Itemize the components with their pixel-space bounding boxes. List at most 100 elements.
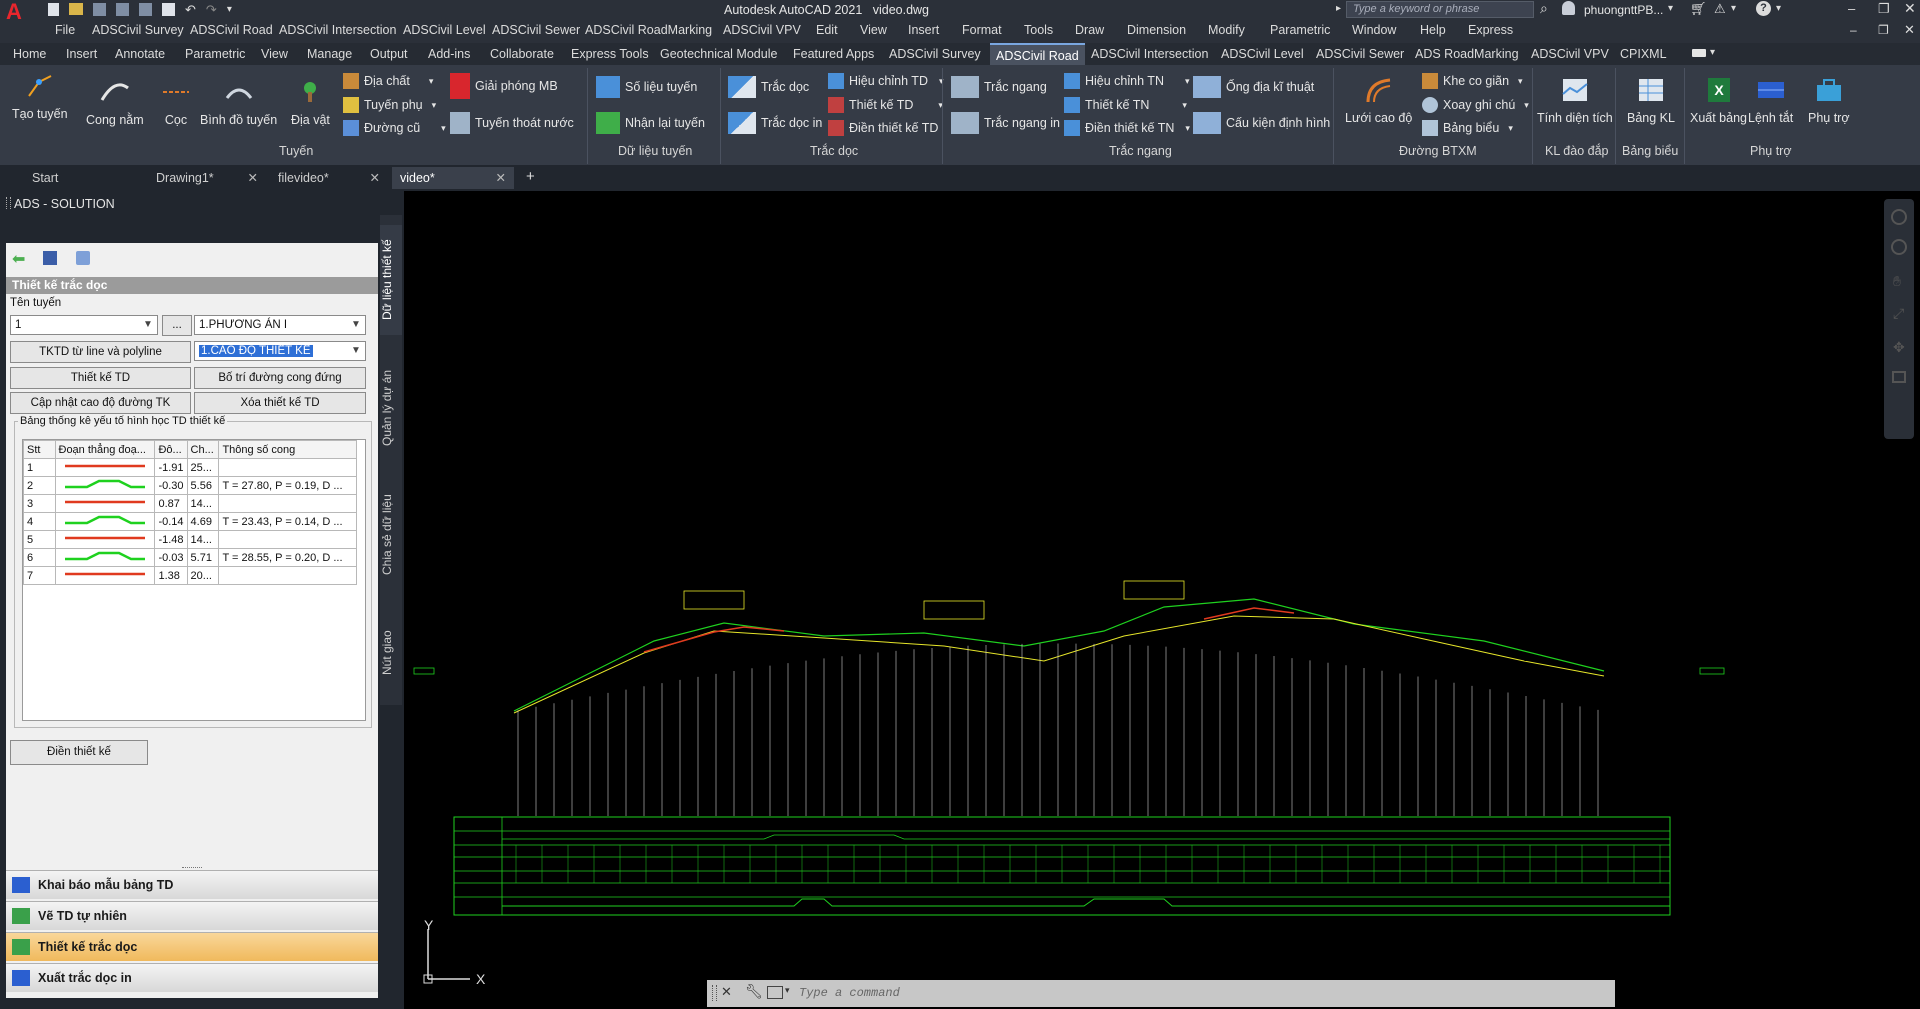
print-icon[interactable] [162, 3, 175, 16]
nhan-lai-tuyen-button[interactable]: Nhận lại tuyến [596, 112, 705, 134]
command-prompt-icon[interactable] [767, 986, 783, 999]
table-row[interactable]: 2 -0.30 5.56 T = 27.80, P = 0.19, D ... [23, 476, 357, 495]
menu-window[interactable]: Window [1352, 23, 1396, 37]
tab-express-tools[interactable]: Express Tools [571, 47, 649, 61]
cloud-icon[interactable] [139, 3, 152, 16]
command-input[interactable]: Type a command [799, 986, 900, 1000]
help-icon[interactable]: ? [1756, 1, 1771, 16]
menu-close-icon[interactable]: ✕ [1904, 22, 1915, 38]
tab-adscivil-vpv[interactable]: ADSCivil VPV [1531, 47, 1609, 61]
close-tab-icon[interactable]: ✕ [496, 167, 506, 189]
menu-adscivil-sewer[interactable]: ADSCivil Sewer [492, 23, 580, 37]
doc-tab-drawing1[interactable]: Drawing1* ✕ [148, 167, 266, 189]
search-icon[interactable]: ⌕ [1540, 0, 1548, 17]
tab-output[interactable]: Output [370, 47, 408, 61]
trac-doc-in-button[interactable]: Trắc dọc in [728, 112, 822, 134]
trac-ngang-in-button[interactable]: Trắc ngang in [951, 112, 1060, 134]
user-dropdown-icon[interactable]: ▾ [1668, 3, 1673, 14]
back-arrow-icon[interactable]: ⬅ [12, 249, 25, 269]
tab-ads-roadmarking[interactable]: ADS RoadMarking [1415, 47, 1519, 61]
menu-edit[interactable]: Edit [816, 23, 838, 37]
orbit-icon[interactable] [1891, 239, 1907, 255]
xuat-bang-button[interactable]: X Xuất bảng [1690, 76, 1747, 125]
cau-kien-dinh-hinh-button[interactable]: Cấu kiện định hình [1193, 112, 1330, 134]
tinh-dien-tich-button[interactable]: Tính diện tích [1537, 76, 1613, 125]
tuyen-phu-button[interactable]: Tuyến phụ ▾ [343, 97, 436, 113]
nav-khai-bao-mau-bang-td[interactable]: Khai báo mẫu bảng TD [6, 870, 378, 899]
dien-thiet-ke-button[interactable]: Điền thiết kế [10, 740, 148, 765]
minimize-icon[interactable]: – [1848, 1, 1855, 16]
lenh-tat-button[interactable]: Lệnh tắt [1748, 76, 1793, 125]
luoi-cao-do-button[interactable]: Lưới cao độ [1345, 76, 1412, 125]
tab-manage[interactable]: Manage [307, 47, 352, 61]
menu-adscivil-roadmarking[interactable]: ADSCivil RoadMarking [585, 23, 712, 37]
redo-icon[interactable]: ↷ [206, 3, 217, 16]
binh-do-tuyen-button[interactable]: Bình đồ tuyến [200, 78, 277, 127]
command-customize-icon[interactable]: 🔧︎ [745, 983, 763, 1000]
bang-bieu-button[interactable]: Bảng biểu ▾ [1422, 120, 1513, 136]
xoa-thiet-ke-td-button[interactable]: Xóa thiết kế TD [194, 392, 366, 414]
save-as-icon[interactable] [116, 3, 129, 16]
trac-doc-button[interactable]: Trắc dọc [728, 76, 809, 98]
bo-tri-duong-cong-dung-button[interactable]: Bố trí đường cong đứng [194, 367, 366, 389]
column-header[interactable]: Đô... [154, 440, 188, 459]
tab-featured-apps[interactable]: Featured Apps [793, 47, 874, 61]
bang-kl-button[interactable]: Bảng KL [1627, 76, 1675, 125]
menu-draw[interactable]: Draw [1075, 23, 1104, 37]
orbit-tool-icon[interactable]: ✥ [1893, 339, 1905, 356]
qat-dropdown-icon[interactable]: ▾ [227, 3, 232, 16]
drawing-canvas[interactable]: Y X ✋︎ ⤢ ✥ [404, 191, 1920, 1009]
vtab-nut-giao[interactable]: Nút giao [380, 608, 402, 698]
tab-collaborate[interactable]: Collaborate [490, 47, 554, 61]
column-header[interactable]: Thông số cong [218, 440, 357, 459]
tab-add-ins[interactable]: Add-ins [428, 47, 470, 61]
cart-icon[interactable]: 🛒︎ [1690, 1, 1707, 17]
tab-adscivil-level[interactable]: ADSCivil Level [1221, 47, 1304, 61]
tab-adscivil-survey[interactable]: ADSCivil Survey [889, 47, 981, 61]
tktd-line-polyline-button[interactable]: TKTD từ line và polyline [10, 341, 191, 363]
new-icon[interactable] [48, 3, 59, 16]
menu-modify[interactable]: Modify [1208, 23, 1245, 37]
menu-view[interactable]: View [860, 23, 887, 37]
menu-help[interactable]: Help [1420, 23, 1446, 37]
autocad-logo[interactable]: A [6, 1, 28, 23]
tab-adscivil-road[interactable]: ADSCivil Road [990, 43, 1085, 65]
zoom-extents-icon[interactable]: ⤢ [1893, 305, 1904, 322]
dia-chat-button[interactable]: Địa chất ▾ [343, 73, 433, 89]
export-icon[interactable] [76, 251, 90, 265]
thiet-ke-td-ribbon-button[interactable]: Thiết kế TD ▾ [828, 97, 943, 113]
thiet-ke-td-button[interactable]: Thiết kế TD [10, 367, 191, 389]
tab-adscivil-intersection[interactable]: ADSCivil Intersection [1091, 47, 1208, 61]
hieu-chinh-tn-button[interactable]: Hiệu chỉnh TN ▾ [1064, 73, 1190, 89]
tab-view[interactable]: View [261, 47, 288, 61]
menu-format[interactable]: Format [962, 23, 1002, 37]
khe-co-gian-button[interactable]: Khe co giãn ▾ [1422, 73, 1523, 89]
column-header[interactable]: Ch... [186, 440, 220, 459]
cong-nam-button[interactable]: Cong nằm [86, 78, 144, 127]
undo-icon[interactable]: ↶ [185, 3, 196, 16]
table-row[interactable]: 4 -0.14 4.69 T = 23.43, P = 0.14, D ... [23, 512, 357, 531]
tab-parametric[interactable]: Parametric [185, 47, 245, 61]
table-row[interactable]: 6 -0.03 5.71 T = 28.55, P = 0.20, D ... [23, 548, 357, 567]
menu-tools[interactable]: Tools [1024, 23, 1053, 37]
menu-express[interactable]: Express [1468, 23, 1513, 37]
nav-xuat-trac-doc-in[interactable]: Xuất trắc dọc in [6, 963, 378, 992]
palette-grip-icon[interactable] [6, 197, 11, 209]
open-icon[interactable] [69, 3, 83, 15]
giai-phong-mb-button[interactable]: Giải phóng MB [450, 73, 558, 99]
tab-adscivil-sewer[interactable]: ADSCivil Sewer [1316, 47, 1404, 61]
table-row[interactable]: 3 0.87 14... [23, 494, 357, 513]
vtab-du-lieu-thiet-ke[interactable]: Dữ liệu thiết kế [380, 225, 402, 335]
xoay-ghi-chu-button[interactable]: Xoay ghi chú ▾ [1422, 97, 1529, 113]
vtab-chia-se-du-lieu[interactable]: Chia sẻ dữ liệu [380, 480, 402, 590]
menu-adscivil-level[interactable]: ADSCivil Level [403, 23, 486, 37]
menu-adscivil-survey[interactable]: ADSCivil Survey [92, 23, 184, 37]
tab-home[interactable]: Home [13, 47, 46, 61]
menu-dimension[interactable]: Dimension [1127, 23, 1186, 37]
table-row[interactable]: 5 -1.48 14... [23, 530, 357, 549]
menu-adscivil-intersection[interactable]: ADSCivil Intersection [279, 23, 396, 37]
ong-dia-ki-thuat-button[interactable]: Ống địa kĩ thuật [1193, 76, 1314, 98]
column-header[interactable]: Stt [23, 440, 56, 459]
search-box[interactable]: ▸ Type a keyword or phrase [1336, 1, 1534, 18]
doc-tab-filevideo[interactable]: filevideo* ✕ [270, 167, 388, 189]
